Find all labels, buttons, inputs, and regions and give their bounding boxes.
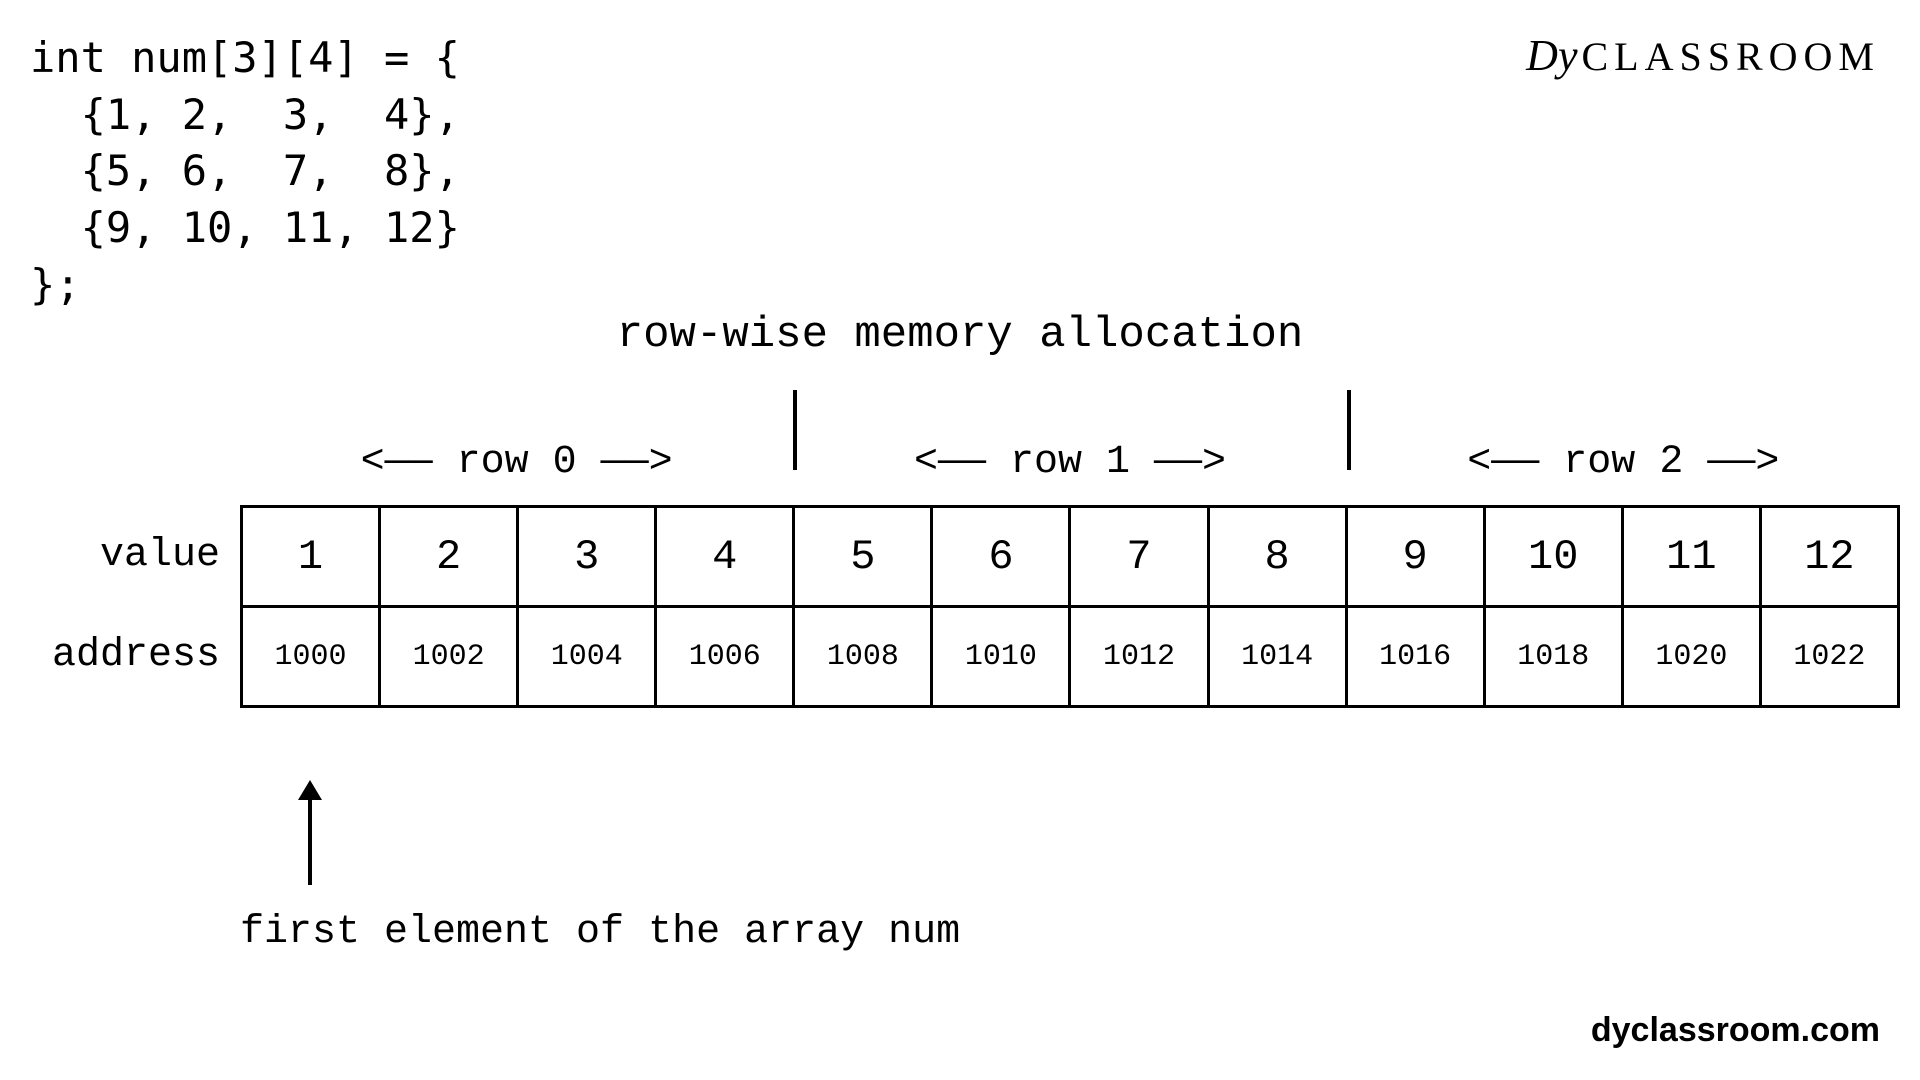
row-header-1: <—— row 1 ——> xyxy=(793,440,1346,485)
value-cell: 9 xyxy=(1346,507,1484,607)
value-cell: 5 xyxy=(794,507,932,607)
row-header-2: <—— row 2 ——> xyxy=(1347,440,1900,485)
annotation-block: first element of the array num xyxy=(240,780,960,955)
value-cell: 8 xyxy=(1208,507,1346,607)
address-label: address xyxy=(20,605,240,705)
value-cell: 6 xyxy=(932,507,1070,607)
memory-diagram: <—— row 0 ——> <—— row 1 ——> <—— row 2 ——… xyxy=(20,440,1900,708)
value-label: value xyxy=(20,505,240,605)
value-cell: 4 xyxy=(656,507,794,607)
value-cell: 7 xyxy=(1070,507,1208,607)
logo-prefix: Dy xyxy=(1526,31,1577,80)
logo: DyCLASSROOM xyxy=(1526,30,1880,81)
up-arrow-icon xyxy=(290,780,330,890)
divider-2 xyxy=(1347,390,1351,470)
footer-text: dyclassroom.com xyxy=(1591,1011,1880,1050)
address-cell: 1012 xyxy=(1070,607,1208,707)
value-cell: 3 xyxy=(518,507,656,607)
address-cell: 1018 xyxy=(1484,607,1622,707)
logo-text: CLASSROOM xyxy=(1581,34,1880,79)
divider-1 xyxy=(793,390,797,470)
code-block: int num[3][4] = { {1, 2, 3, 4}, {5, 6, 7… xyxy=(30,30,460,313)
annotation-text: first element of the array num xyxy=(240,910,960,955)
value-row: 1 2 3 4 5 6 7 8 9 10 11 12 xyxy=(242,507,1899,607)
diagram-title: row-wise memory allocation xyxy=(617,310,1304,360)
address-cell: 1014 xyxy=(1208,607,1346,707)
value-cell: 1 xyxy=(242,507,380,607)
address-cell: 1004 xyxy=(518,607,656,707)
address-cell: 1010 xyxy=(932,607,1070,707)
row-header-0: <—— row 0 ——> xyxy=(240,440,793,485)
row-labels: value address xyxy=(20,505,240,708)
address-cell: 1000 xyxy=(242,607,380,707)
address-cell: 1002 xyxy=(380,607,518,707)
row-headers: <—— row 0 ——> <—— row 1 ——> <—— row 2 ——… xyxy=(240,440,1900,485)
value-cell: 10 xyxy=(1484,507,1622,607)
address-cell: 1016 xyxy=(1346,607,1484,707)
value-cell: 12 xyxy=(1760,507,1898,607)
value-cell: 11 xyxy=(1622,507,1760,607)
address-cell: 1008 xyxy=(794,607,932,707)
memory-table: 1 2 3 4 5 6 7 8 9 10 11 12 1000 1002 100… xyxy=(240,505,1900,708)
address-row: 1000 1002 1004 1006 1008 1010 1012 1014 … xyxy=(242,607,1899,707)
value-cell: 2 xyxy=(380,507,518,607)
address-cell: 1022 xyxy=(1760,607,1898,707)
address-cell: 1006 xyxy=(656,607,794,707)
address-cell: 1020 xyxy=(1622,607,1760,707)
